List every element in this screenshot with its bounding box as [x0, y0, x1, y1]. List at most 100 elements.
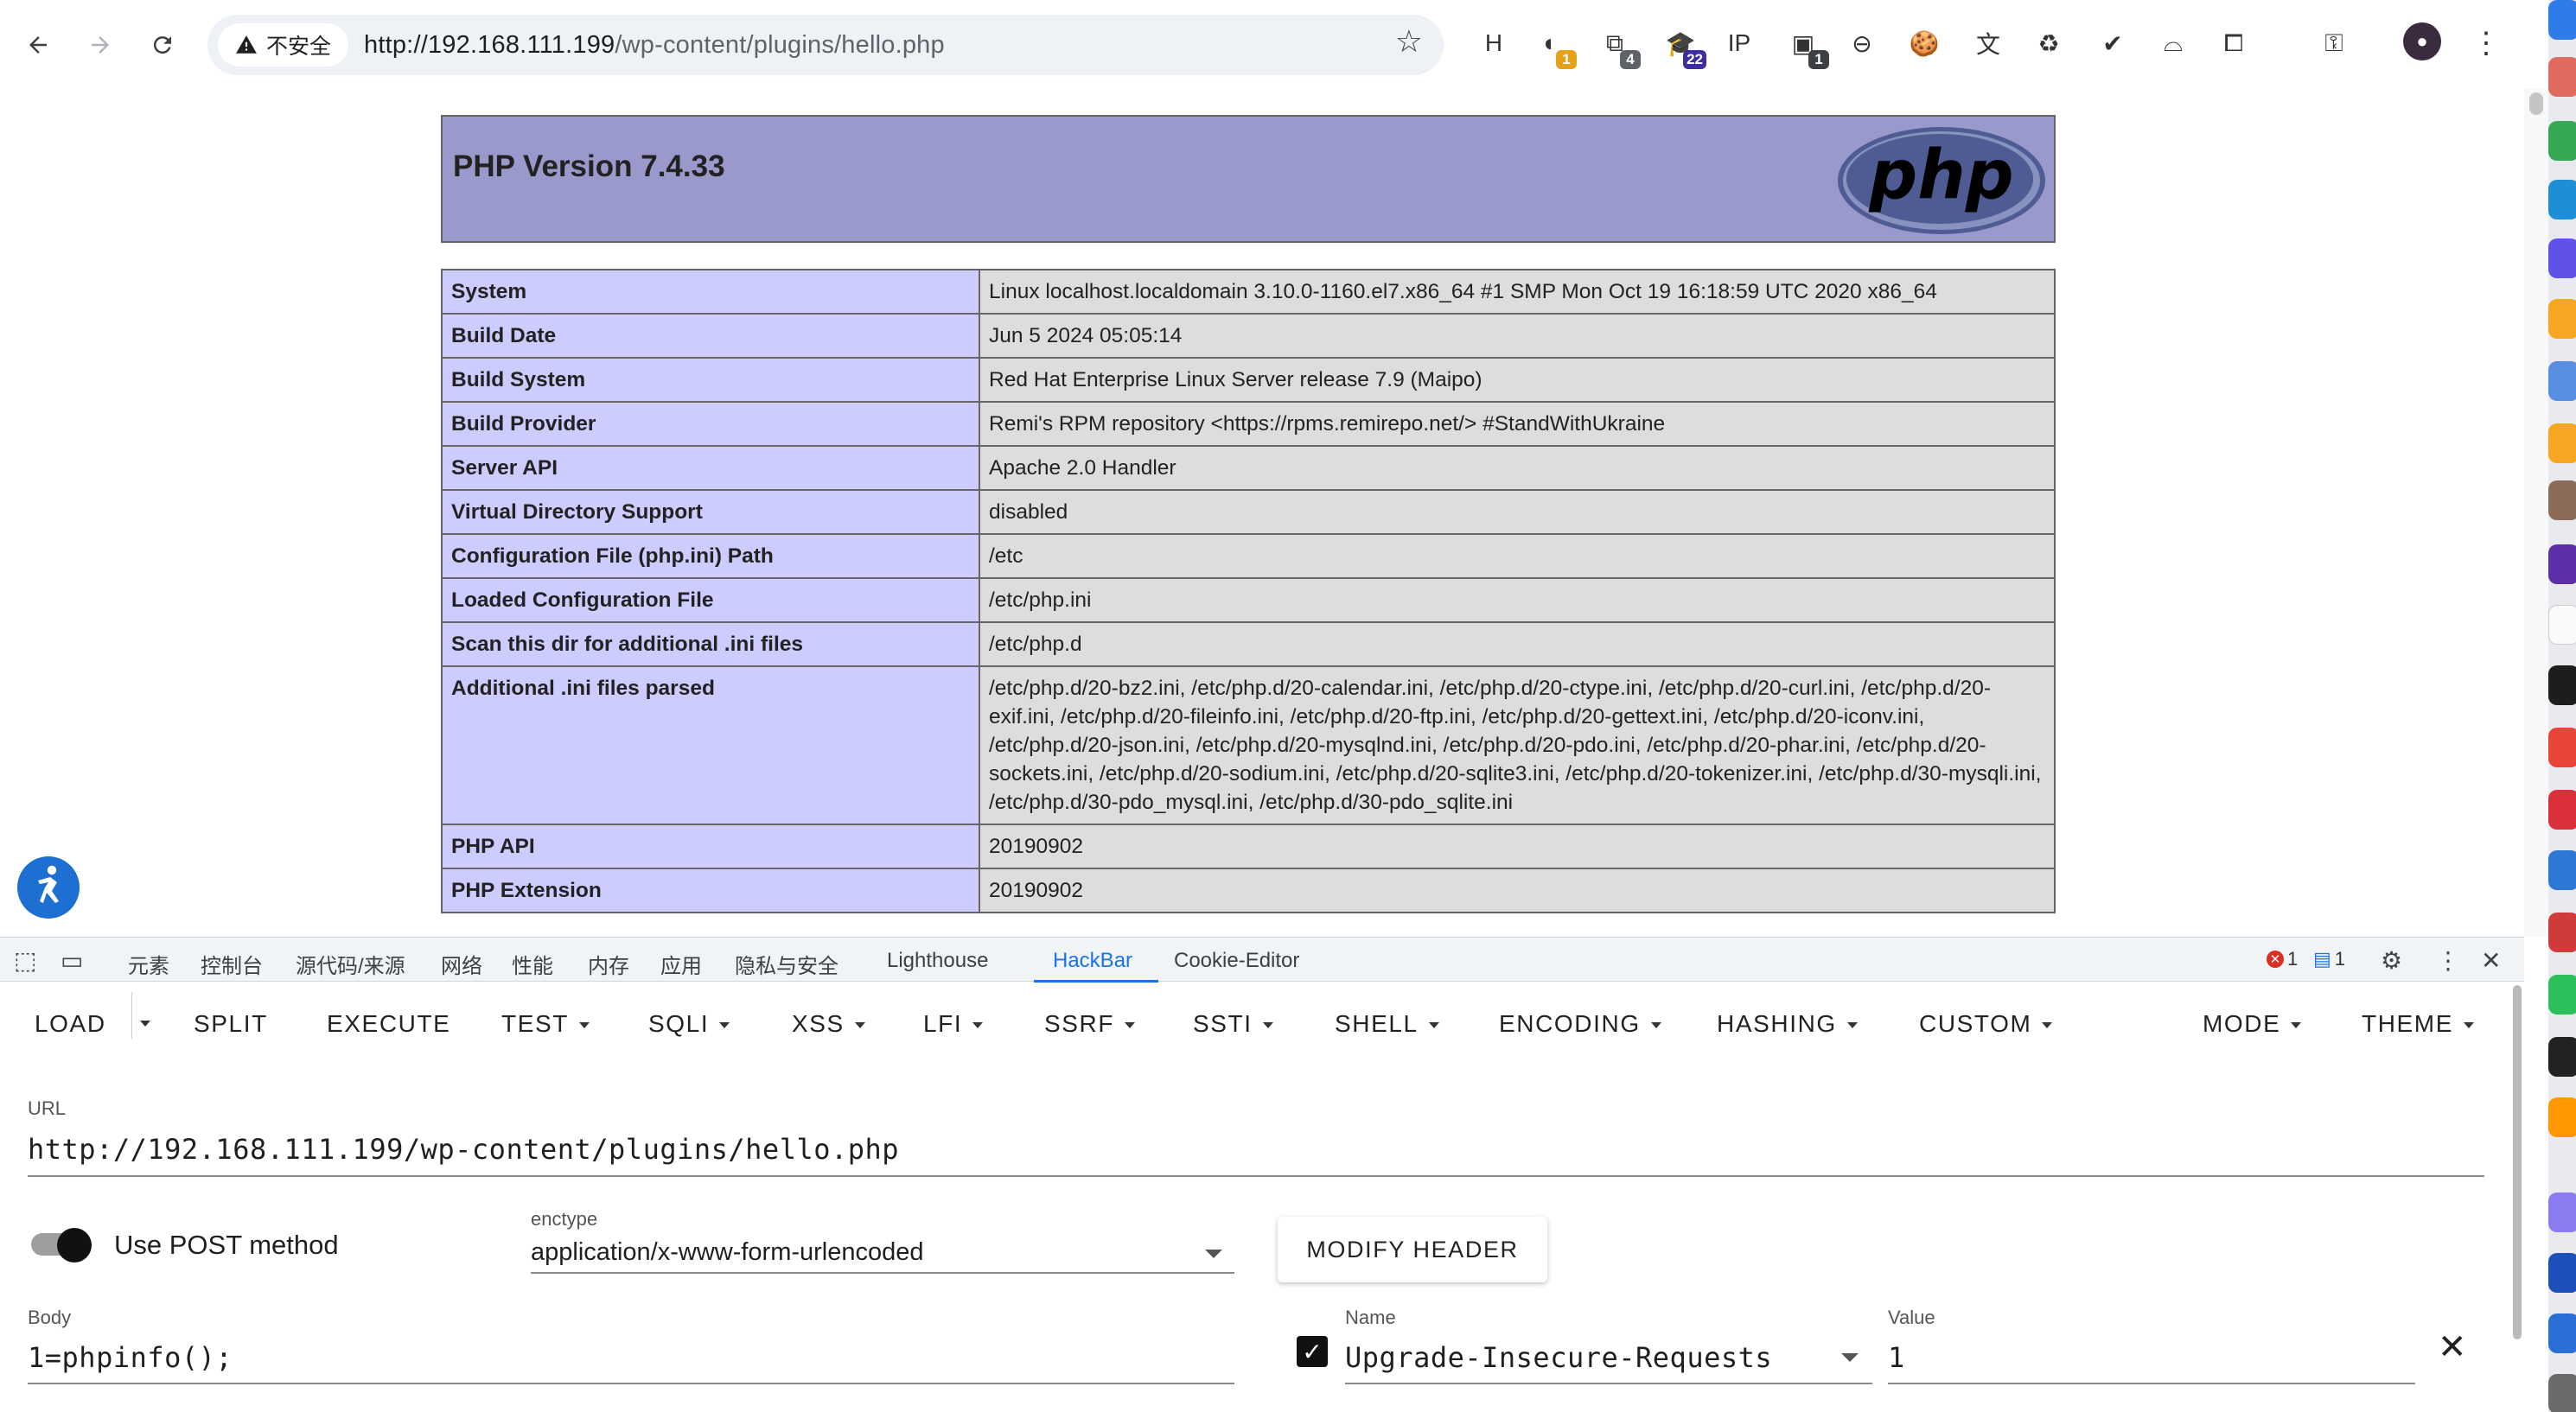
devtools-more-icon[interactable]: ⋮ [2436, 946, 2460, 975]
devtools-tab[interactable]: HackBar [1053, 949, 1132, 973]
red-ext-icon[interactable]: ▣ 1 [1786, 26, 1829, 69]
circle-app-icon[interactable] [2548, 1193, 2576, 1232]
hackbar-menu-hashing[interactable]: HASHING [1717, 1010, 1858, 1038]
hackbar-menu-theme[interactable]: THEME [2362, 1010, 2474, 1038]
message-count[interactable]: ▤ 1 [2313, 948, 2345, 970]
header-name-chevron-down-icon[interactable] [1841, 1353, 1859, 1362]
error-icon: ✕ [2267, 951, 2284, 968]
devtools-scrollbar[interactable] [2510, 985, 2524, 1348]
error-count[interactable]: ✕ 1 [2267, 948, 2298, 970]
devtools-scrollbar-thumb[interactable] [2513, 985, 2522, 1339]
sublime-icon[interactable] [2548, 1097, 2576, 1137]
header-value-input[interactable]: 1 [1888, 1341, 1905, 1374]
hackbar-menu-custom[interactable]: CUSTOM [1919, 1010, 2053, 1038]
remote-desktop-icon[interactable] [2548, 1313, 2576, 1353]
devtools-tab[interactable]: 源代码/来源 [296, 949, 405, 979]
hackbar-menu-shell[interactable]: SHELL [1335, 1010, 1439, 1038]
devtools-tab[interactable]: 网络 [441, 949, 482, 979]
lightning-app-icon[interactable] [2548, 239, 2576, 278]
browser-menu-icon[interactable]: ⋮ [2469, 26, 2503, 60]
chart-app-icon[interactable] [2548, 790, 2576, 830]
search-app-icon[interactable] [2548, 423, 2576, 463]
shield-check-icon[interactable]: ✔ [2095, 26, 2130, 60]
hackbar-menu-execute[interactable]: EXECUTE [327, 1010, 450, 1038]
bottom-app-icon[interactable] [2548, 1374, 2576, 1412]
hackbar-menu-split[interactable]: SPLIT [194, 1010, 268, 1038]
cursor-ext-icon[interactable]: ◐ 1 [1533, 26, 1577, 69]
red-app-icon[interactable] [2548, 913, 2576, 952]
devtools-tab[interactable]: Lighthouse [887, 949, 988, 973]
hackbar-menu-lfi[interactable]: LFI [923, 1010, 984, 1038]
header-enabled-checkbox[interactable]: ✓ [1297, 1336, 1328, 1367]
devtools-tab[interactable]: 元素 [128, 949, 169, 979]
devtools-close-icon[interactable]: ✕ [2481, 946, 2501, 975]
devtools-tab[interactable]: 隐私与安全 [735, 949, 838, 979]
h-icon[interactable]: H [1476, 26, 1511, 60]
table-row: Loaded Configuration File/etc/php.ini [441, 577, 2056, 623]
ip-icon[interactable]: IP [1722, 26, 1757, 60]
security-chip[interactable]: 不安全 [218, 23, 349, 67]
url-field-input[interactable]: http://192.168.111.199/wp-content/plugin… [28, 1133, 899, 1166]
screenshot-ext-icon[interactable]: ⧉ 4 [1597, 26, 1641, 69]
devtools-tab[interactable]: Cookie-Editor [1174, 949, 1299, 973]
hackbar-menu-load[interactable]: LOAD [35, 1010, 106, 1038]
vpn-app-icon[interactable] [2548, 299, 2576, 339]
back-button[interactable] [10, 17, 66, 73]
profile-avatar[interactable]: ● [2403, 22, 2441, 60]
terminal-icon[interactable] [2548, 665, 2576, 705]
finder-icon[interactable] [2548, 0, 2576, 40]
devtools-tab[interactable]: 性能 [512, 949, 553, 979]
goggles-icon[interactable]: ⊖ [1845, 26, 1879, 60]
purple-app-icon[interactable] [2548, 544, 2576, 584]
browser-toolbar: 不安全 http://192.168.111.199/wp-content/pl… [0, 0, 2576, 89]
forward-button[interactable] [73, 17, 128, 73]
header-name-input[interactable]: Upgrade-Insecure-Requests [1345, 1341, 1772, 1374]
hackbar-menu-mode[interactable]: MODE [2203, 1010, 2302, 1038]
blue-app-icon[interactable] [2548, 361, 2576, 401]
puzzle-icon[interactable]: ⧠ [2216, 26, 2251, 60]
launchpad-icon[interactable] [2548, 57, 2576, 97]
cookie-icon[interactable]: 🍪 [1907, 26, 1942, 60]
hackbar-menu-ssti[interactable]: SSTI [1193, 1010, 1273, 1038]
url-text[interactable]: http://192.168.111.199/wp-content/plugin… [364, 31, 945, 60]
typora-icon[interactable] [2548, 605, 2576, 645]
portrait-app-icon[interactable] [2548, 480, 2576, 520]
hackbar-menu-ssrf[interactable]: SSRF [1044, 1010, 1136, 1038]
hackbar-menu-xss[interactable]: XSS [792, 1010, 865, 1038]
post-toggle-knob[interactable] [57, 1228, 92, 1263]
address-bar[interactable]: 不安全 http://192.168.111.199/wp-content/pl… [207, 15, 1444, 75]
windows-app-icon[interactable] [2548, 850, 2576, 890]
devtools-tab[interactable]: 内存 [588, 949, 629, 979]
page-scrollbar[interactable] [2524, 89, 2548, 937]
wps-icon[interactable] [2548, 728, 2576, 767]
chrome-icon[interactable] [2548, 121, 2576, 161]
qq-icon[interactable] [2548, 1037, 2576, 1077]
page-scrollbar-thumb[interactable] [2529, 92, 2543, 115]
hat-icon[interactable]: ⌓ [2156, 26, 2190, 60]
key-icon[interactable]: ⚿ [2317, 26, 2351, 60]
hackbar-menu-sqli[interactable]: SQLI [648, 1010, 730, 1038]
hackbar-menu-encoding[interactable]: ENCODING [1499, 1010, 1661, 1038]
devtools-tab[interactable]: 应用 [660, 949, 702, 979]
remove-header-close-icon[interactable]: ✕ [2438, 1327, 2467, 1367]
inspect-element-icon[interactable]: ⬚ [14, 946, 36, 975]
row-value: /etc [979, 533, 2056, 579]
devtools-tab[interactable]: 控制台 [201, 949, 263, 979]
body-field-input[interactable]: 1=phpinfo(); [28, 1341, 233, 1374]
graduation-cap-icon[interactable]: 🎓 22 [1663, 26, 1706, 69]
reload-button[interactable] [135, 17, 190, 73]
enctype-select[interactable]: application/x-www-form-urlencoded [531, 1238, 924, 1267]
edge-icon[interactable] [2548, 180, 2576, 219]
translate-icon[interactable]: 文 [1971, 26, 2005, 60]
wechat-icon[interactable] [2548, 975, 2576, 1014]
accessibility-button[interactable] [17, 856, 80, 919]
blue-circle-app-icon[interactable] [2548, 1253, 2576, 1293]
modify-header-button[interactable]: MODIFY HEADER [1278, 1217, 1547, 1282]
device-toolbar-icon[interactable]: ▭ [61, 946, 83, 975]
load-dropdown-caret-icon[interactable] [140, 1016, 150, 1032]
recycle-icon[interactable]: ♻ [2031, 26, 2066, 60]
hackbar-menu-test[interactable]: TEST [501, 1010, 590, 1038]
bookmark-star-icon[interactable]: ☆ [1395, 23, 1423, 60]
settings-gear-icon[interactable]: ⚙ [2381, 946, 2402, 975]
enctype-chevron-down-icon[interactable] [1205, 1250, 1222, 1258]
